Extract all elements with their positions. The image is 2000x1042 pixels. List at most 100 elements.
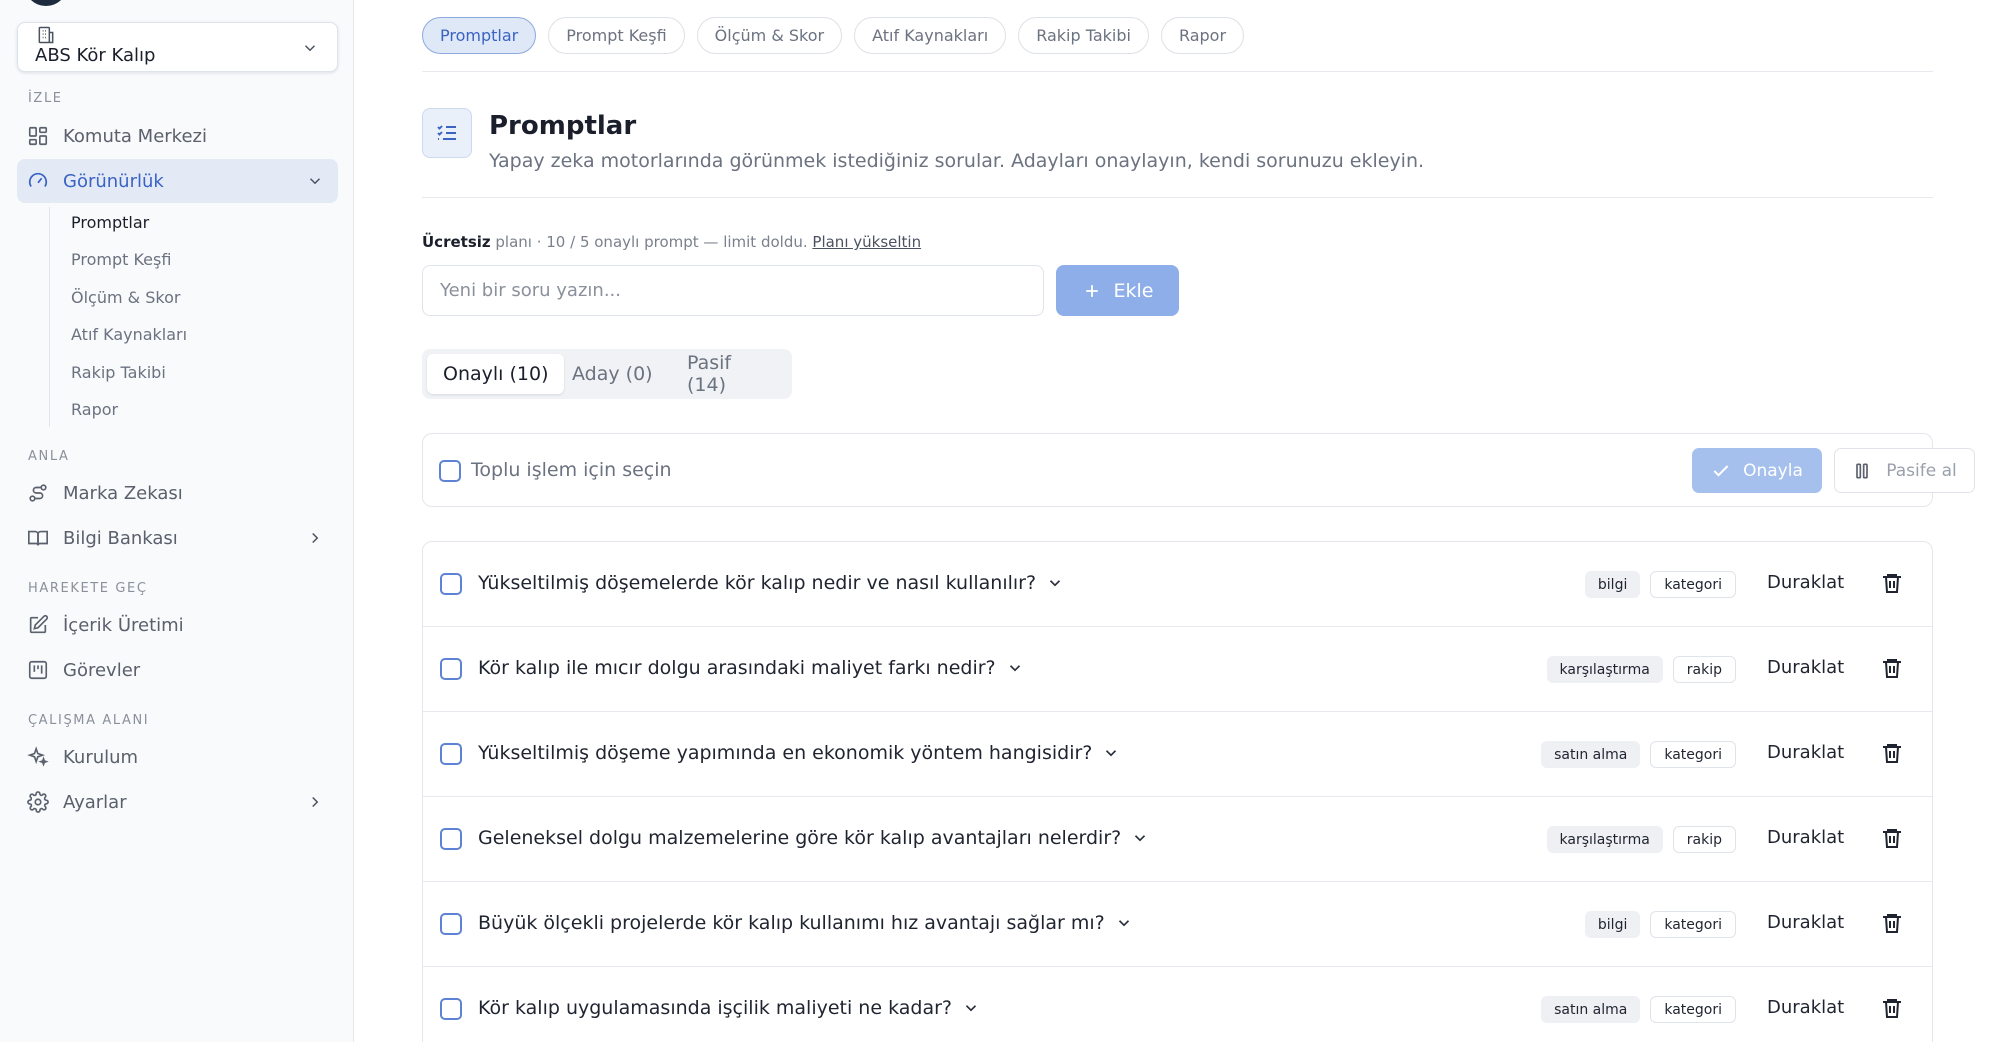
prompt-text: Kör kalıp uygulamasında işçilik maliyeti… bbox=[478, 997, 952, 1019]
type-tag: kategori bbox=[1650, 996, 1736, 1023]
intent-tag: karşılaştırma bbox=[1546, 656, 1663, 683]
sidebar-item-gorevler[interactable]: Görevler bbox=[17, 648, 338, 692]
chevron-down-icon bbox=[1106, 750, 1117, 757]
row-checkbox[interactable] bbox=[440, 998, 462, 1020]
prompt-list: Yükseltilmiş döşemelerde kör kalıp nedir… bbox=[422, 541, 1933, 1042]
sidebar-subitem-promptlar[interactable]: Promptlar bbox=[71, 213, 149, 232]
chevron-right-icon bbox=[312, 796, 319, 808]
sidebar-item-ayarlar[interactable]: Ayarlar bbox=[17, 780, 338, 824]
trash-icon[interactable] bbox=[1880, 911, 1904, 935]
main-content: Promptlar Prompt Keşfi Ölçüm & Skor Atıf… bbox=[354, 0, 2000, 1042]
row-checkbox[interactable] bbox=[440, 743, 462, 765]
page-title: Promptlar bbox=[489, 111, 637, 141]
sidebar-item-kurulum[interactable]: Kurulum bbox=[17, 735, 338, 779]
segment-aday[interactable]: Aday (0) bbox=[556, 354, 669, 394]
pause-icon bbox=[1856, 463, 1869, 478]
prompt-text: Kör kalıp ile mıcır dolgu arasındaki mal… bbox=[478, 657, 996, 679]
sidebar-item-gorunurluk[interactable]: Görünürlük bbox=[17, 159, 338, 203]
plus-icon bbox=[1085, 284, 1098, 297]
plan-limit-text: planı · 10 / 5 onaylı prompt — limit dol… bbox=[495, 233, 808, 251]
book-icon bbox=[27, 527, 49, 549]
row-checkbox[interactable] bbox=[440, 658, 462, 680]
approve-button-label: Onayla bbox=[1743, 460, 1803, 481]
section-label-izle: İZLE bbox=[28, 91, 63, 106]
pause-button[interactable]: Duraklat bbox=[1767, 997, 1844, 1018]
sidebar-item-marka-zekasi[interactable]: Marka Zekası bbox=[17, 471, 338, 515]
section-label-harekete-gec: HAREKETE GEÇ bbox=[28, 581, 148, 596]
type-tag: kategori bbox=[1650, 741, 1736, 768]
sidebar-item-label: Marka Zekası bbox=[63, 482, 183, 504]
approve-button[interactable]: Onayla bbox=[1692, 448, 1822, 493]
pause-button[interactable]: Duraklat bbox=[1767, 572, 1844, 593]
sidebar-subitem-rakip-takibi[interactable]: Rakip Takibi bbox=[71, 363, 166, 382]
avatar[interactable] bbox=[24, 0, 68, 6]
row-checkbox[interactable] bbox=[440, 913, 462, 935]
trash-icon[interactable] bbox=[1880, 741, 1904, 765]
sidebar-subitem-atif-kaynaklari[interactable]: Atıf Kaynakları bbox=[71, 325, 187, 344]
prompt-question[interactable]: Kör kalıp uygulamasında işçilik maliyeti… bbox=[478, 997, 980, 1019]
table-row: Yükseltilmiş döşemelerde kör kalıp nedir… bbox=[423, 542, 1932, 627]
tab-prompt-kesfi[interactable]: Prompt Keşfi bbox=[548, 17, 685, 54]
intent-tag: satın alma bbox=[1541, 741, 1641, 768]
tab-promptlar[interactable]: Promptlar bbox=[422, 17, 537, 54]
row-checkbox[interactable] bbox=[440, 828, 462, 850]
prompt-text: Yükseltilmiş döşeme yapımında en ekonomi… bbox=[478, 742, 1093, 764]
gauge-icon bbox=[27, 170, 49, 192]
add-button-label: Ekle bbox=[1113, 279, 1154, 302]
kanban-icon bbox=[27, 659, 49, 681]
sidebar-subitem-olcum-skor[interactable]: Ölçüm & Skor bbox=[71, 288, 180, 307]
sidebar-item-bilgi-bankasi[interactable]: Bilgi Bankası bbox=[17, 516, 338, 560]
type-tag: rakip bbox=[1672, 656, 1736, 683]
chevron-down-icon bbox=[965, 1005, 977, 1012]
chevron-right-icon bbox=[312, 532, 319, 544]
sub-tabs: Promptlar Prompt Keşfi Ölçüm & Skor Atıf… bbox=[422, 17, 1245, 54]
row-tags: karşılaştırma rakip bbox=[1546, 826, 1736, 853]
segment-pasif[interactable]: Pasif (14) bbox=[671, 352, 792, 396]
upgrade-link[interactable]: Planı yükseltin bbox=[812, 233, 921, 251]
select-all-checkbox[interactable] bbox=[439, 460, 461, 482]
chevron-down-icon bbox=[1118, 920, 1129, 927]
table-row: Kör kalıp uygulamasında işçilik maliyeti… bbox=[423, 967, 1932, 1042]
prompt-question[interactable]: Büyük ölçekli projelerde kör kalıp kulla… bbox=[478, 912, 1133, 934]
trash-icon[interactable] bbox=[1880, 996, 1904, 1020]
sidebar-item-komuta-merkezi[interactable]: Komuta Merkezi bbox=[17, 114, 338, 158]
sidebar-item-icerik-uretimi[interactable]: İçerik Üretimi bbox=[17, 603, 338, 647]
tab-olcum-skor[interactable]: Ölçüm & Skor bbox=[696, 17, 843, 54]
trash-icon[interactable] bbox=[1880, 571, 1904, 595]
trash-icon[interactable] bbox=[1880, 826, 1904, 850]
plan-status: Ücretsiz planı · 10 / 5 onaylı prompt — … bbox=[422, 233, 921, 251]
table-row: Büyük ölçekli projelerde kör kalıp kulla… bbox=[423, 882, 1932, 967]
prompt-question[interactable]: Geleneksel dolgu malzemelerine göre kör … bbox=[478, 827, 1149, 849]
check-icon bbox=[1713, 464, 1729, 477]
segment-onayli[interactable]: Onaylı (10) bbox=[427, 354, 565, 394]
deactivate-button[interactable]: Pasife al bbox=[1834, 448, 1975, 493]
new-question-input[interactable] bbox=[422, 265, 1044, 316]
pause-button[interactable]: Duraklat bbox=[1767, 657, 1844, 678]
pause-button[interactable]: Duraklat bbox=[1767, 742, 1844, 763]
page-subtitle: Yapay zeka motorlarında görünmek istediğ… bbox=[489, 150, 1425, 172]
tab-rakip-takibi[interactable]: Rakip Takibi bbox=[1018, 17, 1149, 54]
row-checkbox[interactable] bbox=[440, 573, 462, 595]
sidebar-subitem-prompt-kesfi[interactable]: Prompt Keşfi bbox=[71, 250, 171, 269]
workspace-select[interactable]: ABS Kör Kalıp bbox=[17, 22, 338, 72]
trash-icon[interactable] bbox=[1880, 656, 1904, 680]
tab-atif-kaynaklari[interactable]: Atıf Kaynakları bbox=[854, 17, 1007, 54]
add-button[interactable]: Ekle bbox=[1056, 265, 1179, 316]
chevron-down-icon bbox=[1135, 835, 1146, 842]
tab-rapor[interactable]: Rapor bbox=[1160, 17, 1245, 54]
row-tags: bilgi kategori bbox=[1584, 911, 1736, 938]
pause-button[interactable]: Duraklat bbox=[1767, 827, 1844, 848]
prompt-question[interactable]: Yükseltilmiş döşemelerde kör kalıp nedir… bbox=[478, 572, 1064, 594]
prompt-question[interactable]: Yükseltilmiş döşeme yapımında en ekonomi… bbox=[478, 742, 1120, 764]
status-segment: Onaylı (10) Aday (0) Pasif (14) bbox=[422, 349, 792, 399]
prompt-question[interactable]: Kör kalıp ile mıcır dolgu arasındaki mal… bbox=[478, 657, 1024, 679]
type-tag: rakip bbox=[1672, 826, 1736, 853]
sidebar-subitem-rapor[interactable]: Rapor bbox=[71, 400, 118, 419]
pause-button[interactable]: Duraklat bbox=[1767, 912, 1844, 933]
divider bbox=[422, 197, 1933, 198]
sidebar-item-label: Görevler bbox=[63, 659, 141, 681]
section-label-anla: ANLA bbox=[28, 449, 70, 464]
sidebar-item-label: Ayarlar bbox=[63, 791, 127, 813]
type-tag: kategori bbox=[1650, 911, 1736, 938]
sparkles-icon bbox=[27, 746, 49, 768]
